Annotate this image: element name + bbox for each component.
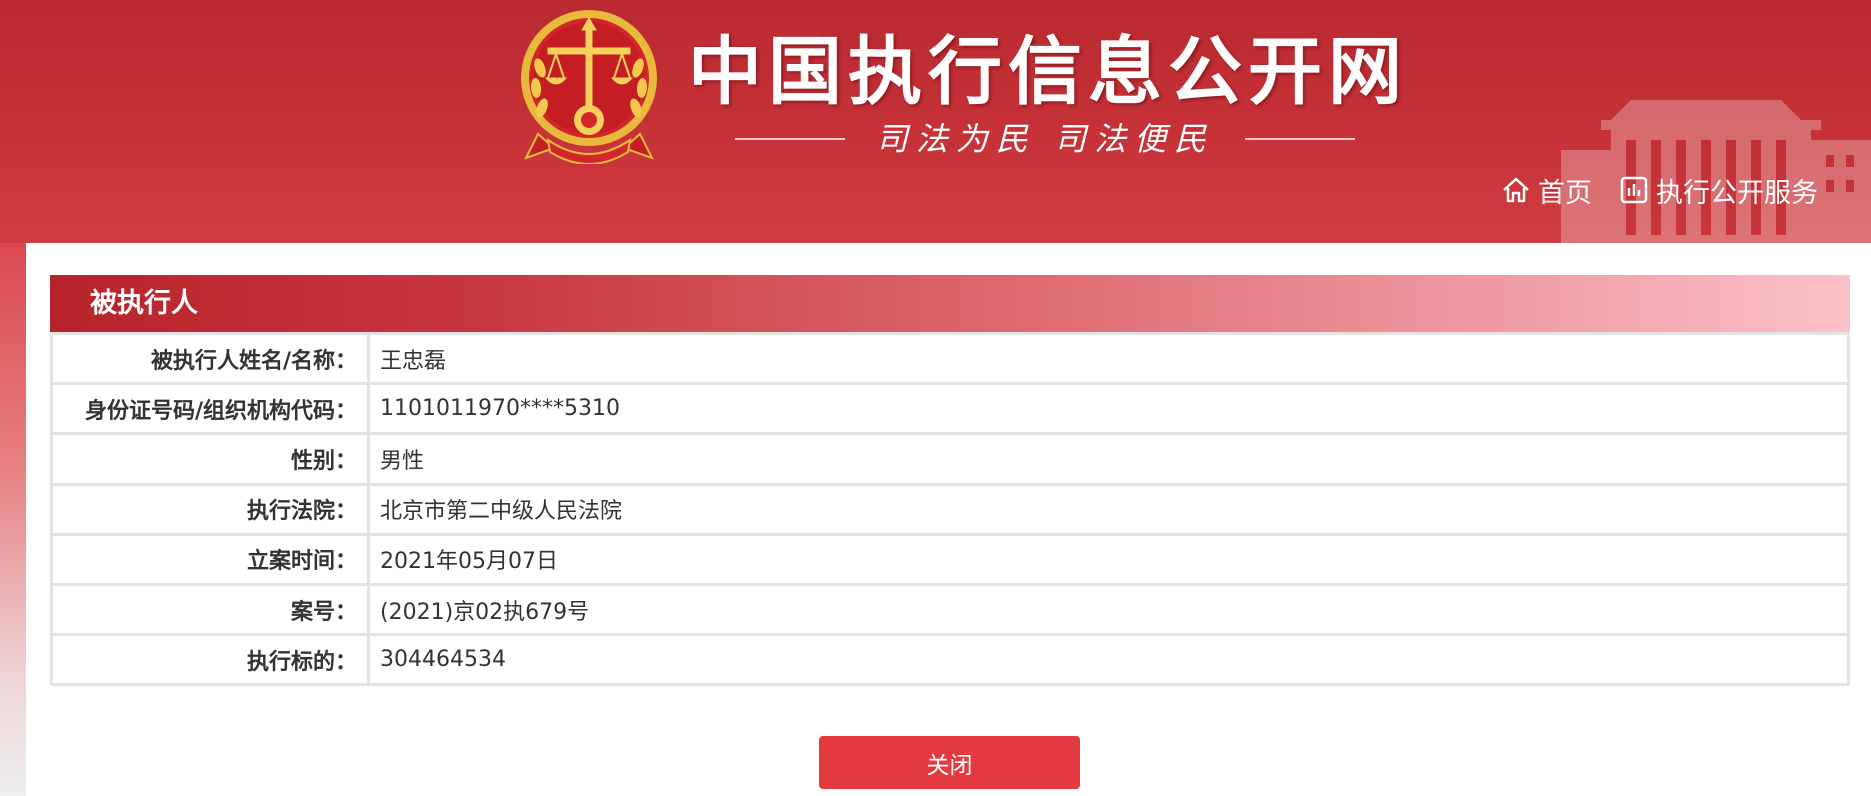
- row-label-court: 执行法院：: [53, 485, 367, 533]
- row-label-name: 被执行人姓名/名称：: [53, 335, 367, 383]
- row-value-name: 王忠磊: [370, 335, 1847, 383]
- top-navigation: 首页 执行公开服务: [1500, 168, 1818, 212]
- court-emblem-logo: [521, 10, 657, 164]
- row-label-case-number: 案号：: [53, 585, 367, 634]
- table-row: 性别： 男性: [53, 432, 1847, 483]
- nav-execution-service-link[interactable]: 执行公开服务: [1618, 171, 1818, 210]
- table-row: 案号： (2021)京02执679号: [53, 582, 1847, 634]
- slogan-row: 司法为民 司法便民: [735, 118, 1355, 168]
- site-header-banner: 中国执行信息公开网 司法为民 司法便民 首页 执行公开服务: [0, 0, 1871, 243]
- close-button[interactable]: 关闭: [819, 736, 1080, 789]
- court-building-illustration: [1561, 100, 1871, 243]
- slogan-divider-right: [1245, 138, 1355, 140]
- nav-home-label: 首页: [1538, 177, 1592, 209]
- row-label-filing-date: 立案时间：: [53, 535, 367, 583]
- home-icon: [1503, 177, 1529, 203]
- table-row: 立案时间： 2021年05月07日: [53, 532, 1847, 583]
- table-row: 执行法院： 北京市第二中级人民法院: [53, 482, 1847, 533]
- nav-home-link[interactable]: 首页: [1500, 171, 1592, 210]
- row-value-execution-amount: 304464534: [370, 636, 1847, 684]
- row-value-gender: 男性: [370, 435, 1847, 483]
- site-slogan: 司法为民 司法便民: [875, 120, 1215, 158]
- defendant-info-table: 被执行人姓名/名称： 王忠磊 身份证号码/组织机构代码： 1101011970*…: [50, 332, 1850, 687]
- table-row: 被执行人姓名/名称： 王忠磊: [53, 332, 1847, 383]
- table-row: 身份证号码/组织机构代码： 1101011970****5310: [53, 382, 1847, 433]
- row-label-execution-amount: 执行标的：: [53, 636, 367, 684]
- row-label-id-number: 身份证号码/组织机构代码：: [53, 385, 367, 433]
- nav-execution-service-label: 执行公开服务: [1656, 177, 1818, 209]
- chart-icon: [1620, 176, 1648, 204]
- row-value-id-number: 1101011970****5310: [370, 385, 1847, 433]
- table-row: 执行标的： 304464534: [53, 633, 1847, 684]
- section-title: 被执行人: [90, 288, 198, 319]
- row-value-court: 北京市第二中级人民法院: [370, 485, 1847, 533]
- row-label-gender: 性别：: [53, 435, 367, 483]
- left-side-shade: [0, 243, 26, 796]
- row-value-filing-date: 2021年05月07日: [370, 535, 1847, 583]
- site-title: 中国执行信息公开网: [688, 29, 1408, 115]
- section-header: 被执行人: [50, 275, 1850, 332]
- slogan-divider-left: [735, 138, 845, 140]
- row-value-case-number: (2021)京02执679号: [370, 585, 1847, 634]
